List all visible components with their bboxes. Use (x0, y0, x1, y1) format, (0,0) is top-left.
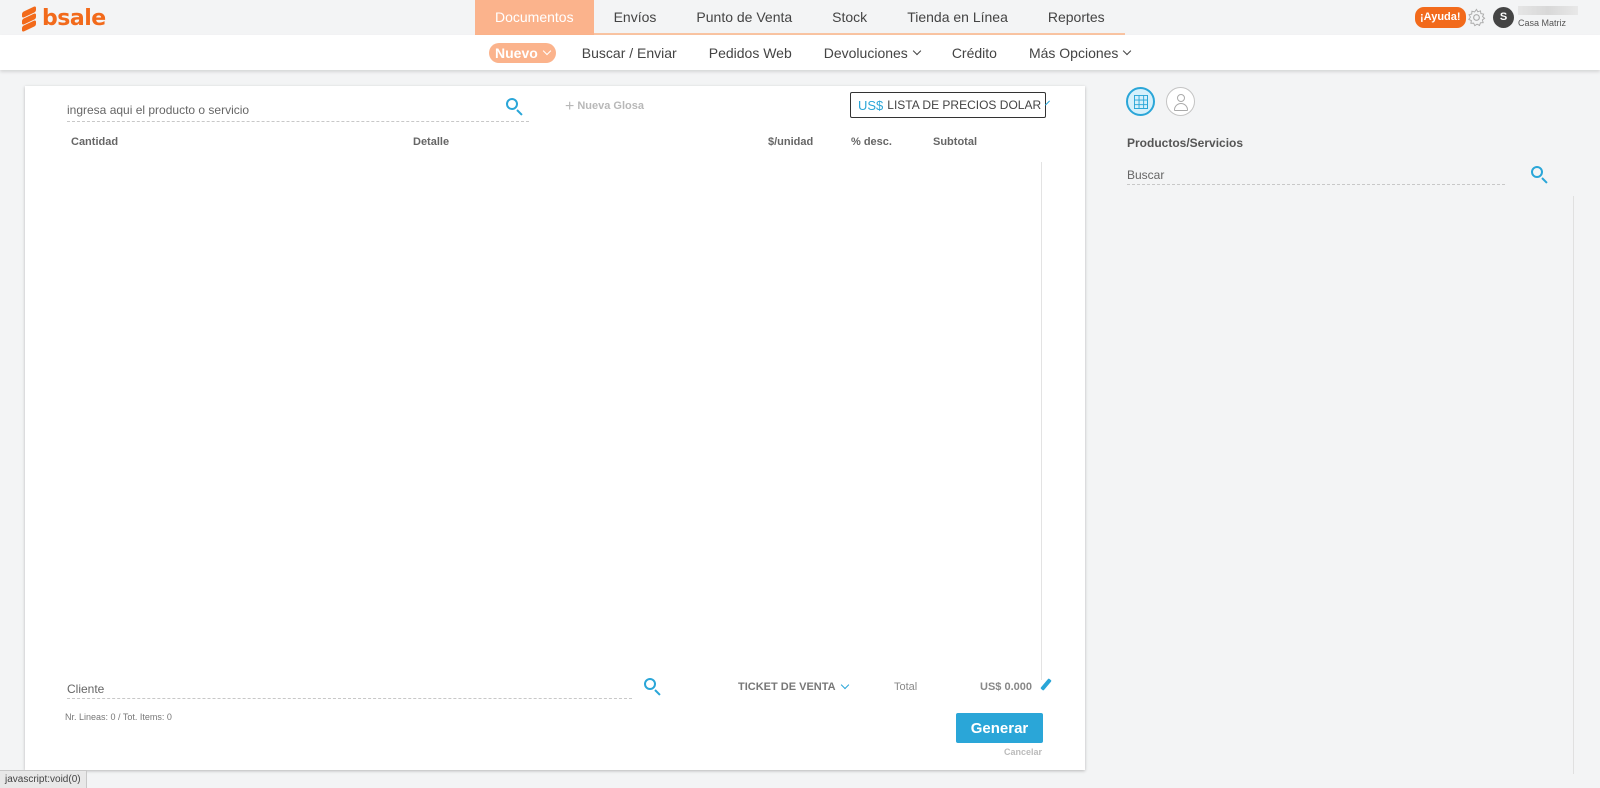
user-name-redacted (1518, 6, 1578, 15)
sub-nav: Nuevo Buscar / Enviar Pedidos Web Devolu… (489, 35, 1162, 70)
products-scrollbar[interactable] (1573, 196, 1574, 774)
branch-label: Casa Matriz (1518, 18, 1567, 28)
column-detalle: Detalle (413, 136, 450, 148)
sub-nav-bar: Nuevo Buscar / Enviar Pedidos Web Devolu… (0, 35, 1600, 70)
column-discount: % desc. (851, 136, 892, 148)
browser-status-bar: javascript:void(0) (0, 770, 87, 788)
nav-reportes[interactable]: Reportes (1028, 0, 1125, 35)
chevron-down-icon (840, 680, 849, 690)
gear-icon[interactable] (1467, 8, 1486, 27)
chevron-down-icon (1045, 100, 1051, 106)
plus-icon: + (565, 98, 575, 115)
nav-documentos[interactable]: Documentos (475, 0, 594, 35)
total-value: US$ 0.000 (980, 681, 1032, 693)
products-search-icon[interactable] (1531, 166, 1549, 184)
document-type-label: TICKET DE VENTA (738, 681, 836, 693)
subnav-devoluciones[interactable]: Devoluciones (823, 44, 922, 61)
nav-envios[interactable]: Envíos (594, 0, 677, 35)
nav-stock[interactable]: Stock (812, 0, 887, 35)
lines-info: Nr. Lineas: 0 / Tot. Items: 0 (65, 712, 172, 722)
column-cantidad: Cantidad (71, 136, 119, 148)
subnav-nuevo[interactable]: Nuevo (489, 42, 556, 63)
price-list-label: LISTA DE PRECIOS DOLAR (887, 98, 1042, 112)
edit-pencil-icon[interactable] (1040, 678, 1052, 691)
top-bar: bsale Documentos Envíos Punto de Venta S… (0, 0, 1600, 35)
user-icon[interactable] (1166, 87, 1195, 116)
client-field (67, 679, 632, 699)
products-search (1127, 165, 1505, 185)
products-search-input[interactable] (1127, 165, 1487, 184)
nav-punto-de-venta[interactable]: Punto de Venta (676, 0, 812, 35)
subnav-buscar-enviar[interactable]: Buscar / Enviar (582, 45, 677, 61)
client-search-icon[interactable] (644, 678, 662, 696)
price-list-select[interactable]: US$ LISTA DE PRECIOS DOLAR (850, 92, 1051, 118)
price-list-currency: US$ (858, 97, 884, 113)
document-type-select[interactable]: TICKET DE VENTA (738, 680, 849, 693)
grid-view-icon[interactable] (1126, 87, 1155, 116)
document-card: +Nueva Glosa US$ LISTA DE PRECIOS DOLAR … (25, 86, 1085, 770)
bsale-logo[interactable]: bsale (22, 5, 106, 33)
cancel-link[interactable]: Cancelar (1004, 747, 1042, 757)
generate-button[interactable]: Generar (956, 713, 1043, 743)
bsale-logo-icon (22, 5, 36, 33)
column-subtotal: Subtotal (933, 136, 977, 148)
subnav-mas-opciones-label: Más Opciones (1028, 44, 1119, 61)
total-label: Total (894, 681, 918, 693)
subnav-pedidos-web[interactable]: Pedidos Web (709, 45, 792, 61)
column-unit-price: $/unidad (768, 136, 814, 148)
nav-tienda-en-linea[interactable]: Tienda en Línea (887, 0, 1028, 35)
avatar[interactable]: S (1493, 7, 1514, 28)
user-area: ¡Ayuda! S Casa Matriz (1400, 0, 1600, 35)
chevron-down-icon (912, 46, 922, 55)
search-icon[interactable] (506, 98, 524, 116)
client-input[interactable] (67, 679, 607, 698)
subnav-nuevo-label: Nuevo (495, 44, 538, 61)
nueva-glosa-button[interactable]: + Nueva Glosa (565, 98, 644, 116)
chevron-down-icon (542, 46, 552, 55)
main-nav: Documentos Envíos Punto de Venta Stock T… (475, 0, 1125, 35)
nueva-glosa-label: Nueva Glosa (577, 100, 644, 112)
subnav-mas-opciones[interactable]: Más Opciones (1028, 44, 1132, 61)
products-panel-title: Productos/Servicios (1127, 136, 1244, 150)
lines-scrollbar[interactable] (1041, 162, 1042, 680)
brand-name: bsale (42, 5, 106, 31)
chevron-down-icon (1123, 46, 1132, 55)
subnav-credito[interactable]: Crédito (952, 45, 997, 61)
subnav-devoluciones-label: Devoluciones (823, 44, 908, 61)
help-button[interactable]: ¡Ayuda! (1415, 7, 1466, 28)
product-search (67, 100, 529, 122)
product-search-input[interactable] (67, 100, 497, 120)
